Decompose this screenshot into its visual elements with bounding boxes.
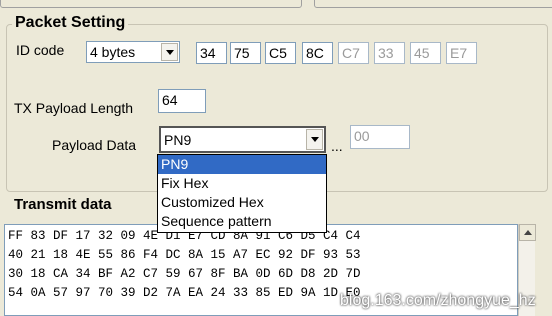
payload-ellipsis: ... [331,138,343,154]
tx-payload-length-input[interactable]: 64 [158,89,206,113]
transmit-line: 40 21 18 4E 55 86 F4 DC 8A 15 A7 EC 92 D… [8,248,361,262]
scroll-up-icon[interactable] [519,224,536,241]
payload-byte-input: 00 [350,125,410,149]
chevron-down-icon[interactable] [161,43,178,61]
dropdown-option-fix-hex[interactable]: Fix Hex [158,174,326,193]
id-hex-field-2[interactable]: 75 [230,42,261,64]
id-hex-field-7: 45 [410,42,441,64]
upper-frame-right [314,0,552,8]
payload-data-dropdown-list: PN9 Fix Hex Customized Hex Sequence patt… [157,154,327,233]
payload-data-select-value: PN9 [164,132,192,148]
id-hex-field-4[interactable]: 8C [302,42,333,64]
dropdown-option-pn9[interactable]: PN9 [158,155,326,174]
packet-setting-title: Packet Setting [12,14,129,32]
id-hex-field-6: 33 [374,42,405,64]
chevron-down-icon[interactable] [306,129,323,150]
upper-frame-left [0,0,302,8]
transmit-line: 30 18 CA 34 BF A2 C7 59 67 8F BA 0D 6D D… [8,267,361,281]
id-hex-field-1[interactable]: 34 [196,42,227,64]
dropdown-option-customized-hex[interactable]: Customized Hex [158,193,326,212]
watermark-text: blog.163.com/zhongyue_hz [340,292,536,309]
id-hex-field-3[interactable]: C5 [265,42,296,64]
payload-data-select[interactable]: PN9 [159,126,326,153]
id-code-select[interactable]: 4 bytes [86,41,180,63]
tx-payload-length-label: TX Payload Length [14,100,134,116]
transmit-data-title: Transmit data [14,196,112,213]
id-code-select-value: 4 bytes [90,44,136,60]
dropdown-option-sequence-pattern[interactable]: Sequence pattern [158,212,326,231]
payload-data-label: Payload Data [52,137,137,153]
id-hex-field-5: C7 [338,42,369,64]
id-hex-field-8: E7 [446,42,477,64]
id-code-label: ID code [16,42,65,58]
